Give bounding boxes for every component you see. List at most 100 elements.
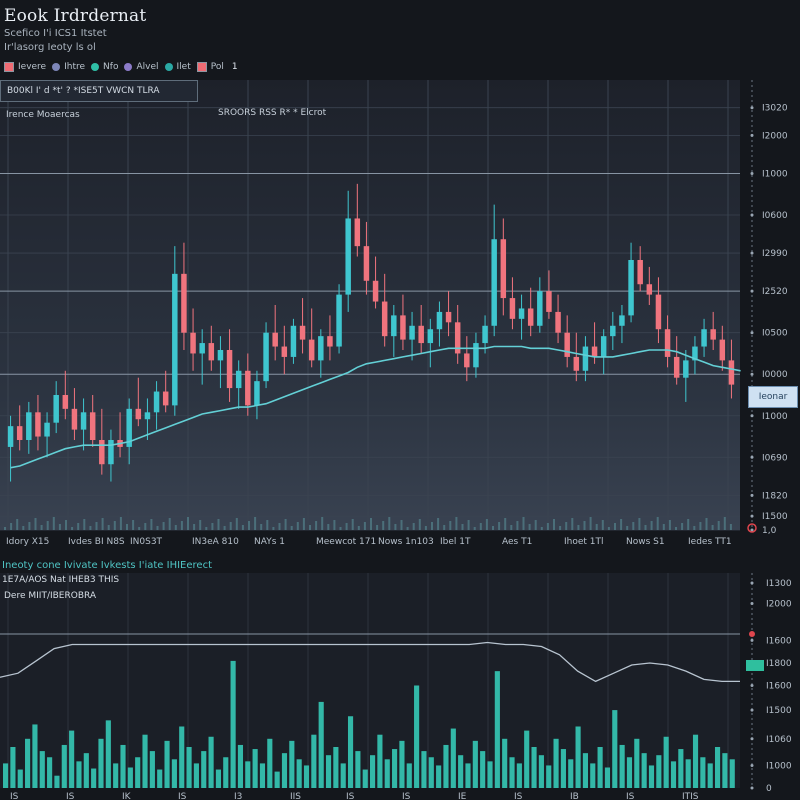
- volume-y-tick-3: I1800: [766, 659, 792, 669]
- price-x-tick-4: NAYs 1: [254, 537, 285, 547]
- volume-bar-98: [722, 753, 728, 788]
- candle-body-41: [381, 301, 388, 337]
- price-minivolume-86: [528, 524, 531, 530]
- volume-x-tick-6: IS: [346, 792, 355, 800]
- candle-body-52: [482, 325, 488, 344]
- price-minivolume-38: [235, 518, 238, 530]
- price-minivolume-43: [266, 520, 269, 530]
- volume-bar-44: [325, 755, 332, 788]
- volume-bar-78: [575, 726, 581, 788]
- volume-bar-17: [127, 767, 133, 788]
- price-minivolume-40: [248, 521, 250, 530]
- volume-bar-82: [604, 767, 611, 788]
- price-minivolume-10: [65, 520, 67, 530]
- price-minivolume-18: [113, 521, 116, 530]
- price-minivolume-62: [382, 521, 385, 530]
- price-minivolume-13: [83, 519, 86, 530]
- volume-bar-63: [465, 763, 471, 788]
- volume-bar-0: [3, 763, 9, 788]
- price-minivolume-95: [583, 521, 586, 530]
- price-y-tick-12: 1,0: [762, 526, 777, 536]
- volume-y-tick-1: I2000: [766, 600, 792, 610]
- price-minivolume-102: [626, 526, 629, 530]
- volume-bar-69: [509, 757, 515, 788]
- price-axis-dot-7: [750, 372, 754, 376]
- price-minivolume-22: [138, 527, 141, 530]
- volume-bar-16: [120, 744, 126, 788]
- price-minivolume-92: [565, 522, 568, 530]
- volume-bar-75: [553, 738, 559, 788]
- candle-body-43: [400, 315, 406, 340]
- price-y-tick-3: I0600: [762, 211, 788, 221]
- candle-body-48: [445, 311, 452, 323]
- candle-body-70: [646, 284, 653, 295]
- price-x-tick-0: Idory X15: [6, 537, 49, 547]
- price-minivolume-60: [370, 518, 372, 530]
- price-minivolume-112: [687, 519, 690, 530]
- price-minivolume-3: [22, 526, 25, 530]
- price-minivolume-90: [553, 519, 555, 530]
- candle-body-44: [409, 325, 415, 340]
- volume-bar-72: [531, 747, 537, 788]
- candle-body-53: [491, 239, 497, 326]
- volume-bar-58: [428, 757, 434, 788]
- candle-body-1: [16, 426, 23, 440]
- price-axis-dot-2: [750, 171, 754, 175]
- price-minivolume-32: [199, 520, 202, 530]
- candle-body-57: [527, 308, 534, 326]
- volume-bar-97: [714, 747, 721, 788]
- chart-canvas[interactable]: I3020 I2000 I1000 I0600 I2990 I2520 I0500 I0000…: [0, 0, 800, 800]
- price-minivolume-31: [193, 524, 196, 530]
- price-minivolume-59: [363, 522, 366, 530]
- price-axis-dot-5: [750, 289, 754, 293]
- volume-axis-dot-0: [750, 581, 754, 585]
- volume-bar-77: [568, 759, 574, 788]
- price-minivolume-73: [449, 521, 452, 530]
- candle-body-0: [7, 426, 14, 447]
- volume-bar-18: [135, 757, 141, 788]
- price-minivolume-8: [52, 517, 55, 530]
- volume-value-tag: [746, 660, 764, 671]
- volume-bar-34: [252, 749, 258, 788]
- price-minivolume-19: [119, 517, 122, 530]
- candle-body-16: [153, 391, 160, 413]
- volume-bar-31: [230, 660, 236, 788]
- volume-y-tick-8: 0: [766, 784, 772, 794]
- price-minivolume-103: [632, 522, 635, 530]
- volume-x-tick-10: IB: [570, 792, 579, 800]
- volume-bar-84: [619, 744, 625, 788]
- price-minivolume-85: [522, 517, 525, 530]
- volume-bar-62: [458, 755, 464, 788]
- volume-status-marker: [749, 631, 755, 637]
- volume-bar-56: [414, 685, 420, 788]
- volume-bar-23: [171, 759, 177, 788]
- volume-bar-8: [61, 744, 67, 788]
- price-minivolume-55: [339, 527, 342, 530]
- price-minivolume-65: [400, 520, 403, 530]
- volume-bar-81: [597, 747, 603, 788]
- volume-bar-65: [480, 751, 486, 788]
- volume-bar-74: [546, 765, 552, 788]
- candle-body-17: [162, 391, 169, 406]
- candle-body-24: [226, 350, 233, 389]
- volume-bar-67: [494, 671, 500, 788]
- volume-y-tick-5: I1500: [766, 706, 792, 716]
- volume-bar-10: [76, 761, 82, 788]
- price-minivolume-52: [321, 517, 324, 530]
- volume-bar-7: [54, 775, 60, 788]
- ticker-box[interactable]: B00Kl I' d *t' ? *ISE5T VWCN TLRA: [0, 80, 198, 102]
- price-minivolume-98: [601, 520, 604, 530]
- price-minivolume-30: [187, 517, 189, 530]
- price-minivolume-67: [412, 523, 415, 530]
- volume-y-tick-0: I1300: [766, 579, 792, 589]
- price-minivolume-24: [150, 519, 153, 530]
- price-minivolume-78: [479, 523, 482, 530]
- price-minivolume-2: [16, 519, 19, 530]
- price-minivolume-96: [589, 517, 592, 530]
- price-minivolume-47: [290, 526, 293, 530]
- price-minivolume-66: [406, 527, 409, 530]
- price-minivolume-28: [174, 525, 177, 530]
- candle-body-8: [80, 412, 87, 430]
- volume-bar-24: [179, 726, 185, 788]
- volume-panel-title: Ineoty cone Ivivate Ivkests I'iate IHIEe…: [2, 560, 212, 571]
